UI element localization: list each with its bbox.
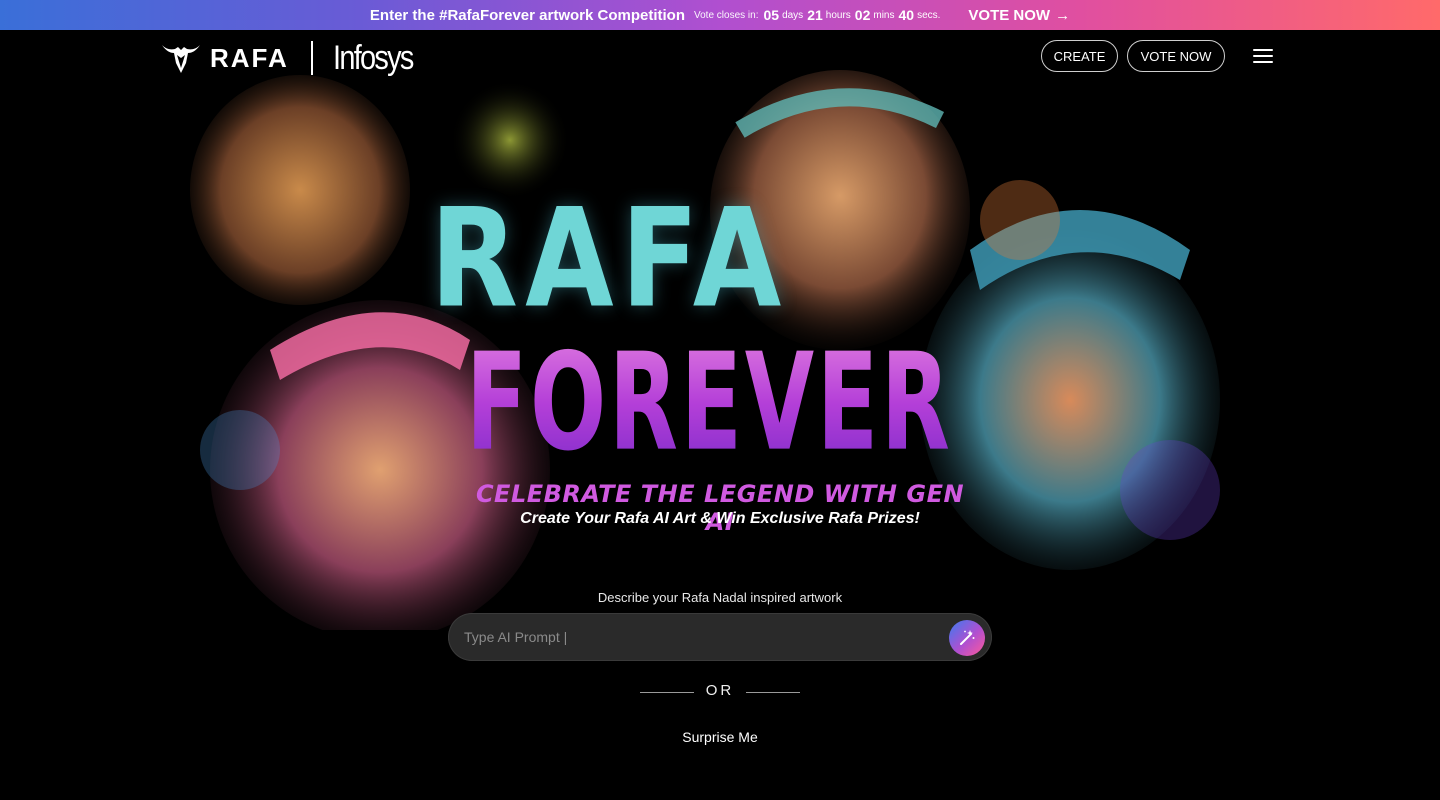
hero-subtagline: Create Your Rafa AI Art & Win Exclusive … — [520, 510, 920, 527]
countdown-days-value: 05 — [763, 7, 780, 23]
surprise-me-button[interactable]: Surprise Me — [663, 717, 777, 757]
banner-vote-now-link[interactable]: VOTE NOW → — [968, 7, 1070, 24]
banner-closes-label: Vote closes in: — [694, 9, 759, 21]
create-button[interactable]: CREATE — [1041, 40, 1118, 72]
ai-prompt-input[interactable] — [464, 613, 934, 661]
countdown-days-unit: days — [782, 9, 804, 21]
magic-wand-icon[interactable] — [949, 620, 985, 656]
banner-title: Enter the #RafaForever artwork Competiti… — [369, 6, 685, 24]
countdown-secs-unit: secs. — [917, 9, 941, 21]
logo-rafa-text: RAFA — [210, 42, 289, 73]
countdown-secs-value: 40 — [898, 7, 915, 23]
countdown-hours-unit: hours — [825, 9, 851, 21]
or-divider: OR — [640, 682, 800, 702]
prompt-label: Describe your Rafa Nadal inspired artwor… — [597, 590, 843, 605]
countdown-hours-value: 21 — [807, 7, 823, 23]
hamburger-icon[interactable] — [1253, 49, 1273, 64]
competition-banner: Enter the #RafaForever artwork Competiti… — [0, 0, 1440, 30]
hero-title-forever: FOREVER — [466, 324, 953, 482]
arrow-right-icon: → — [1055, 6, 1071, 24]
vote-now-button[interactable]: VOTE NOW — [1127, 40, 1225, 72]
banner-vote-now-label: VOTE NOW — [968, 6, 1051, 24]
or-text: OR — [705, 682, 735, 699]
countdown-mins-value: 02 — [854, 7, 871, 23]
prompt-field-container — [448, 613, 992, 661]
countdown-mins-unit: mins — [873, 9, 895, 21]
hero-title-rafa: RAFA — [430, 178, 789, 339]
